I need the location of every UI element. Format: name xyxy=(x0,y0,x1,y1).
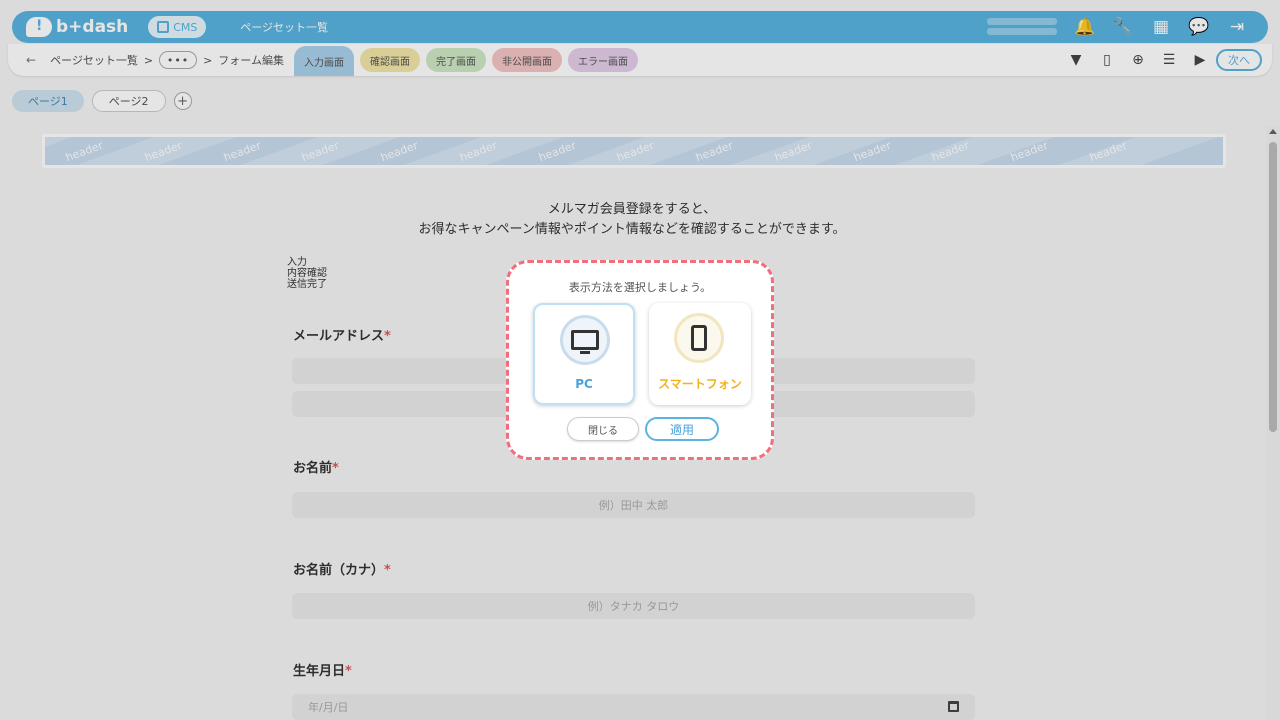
close-button[interactable]: 閉じる xyxy=(567,417,639,441)
display-mode-dialog: 表示方法を選択しましょう。 PC スマートフォン 閉じる 適用 xyxy=(506,260,774,460)
smartphone-icon xyxy=(691,325,707,351)
dialog-title: 表示方法を選択しましょう。 xyxy=(568,281,712,294)
smartphone-icon-circle xyxy=(674,313,724,363)
monitor-icon xyxy=(571,330,599,354)
smartphone-option[interactable]: スマートフォン xyxy=(649,303,751,405)
apply-button[interactable]: 適用 xyxy=(645,417,719,441)
smartphone-option-label: スマートフォン xyxy=(658,377,742,391)
pc-icon-circle xyxy=(560,315,610,365)
pc-option-label: PC xyxy=(575,377,593,391)
pc-option[interactable]: PC xyxy=(533,303,635,405)
